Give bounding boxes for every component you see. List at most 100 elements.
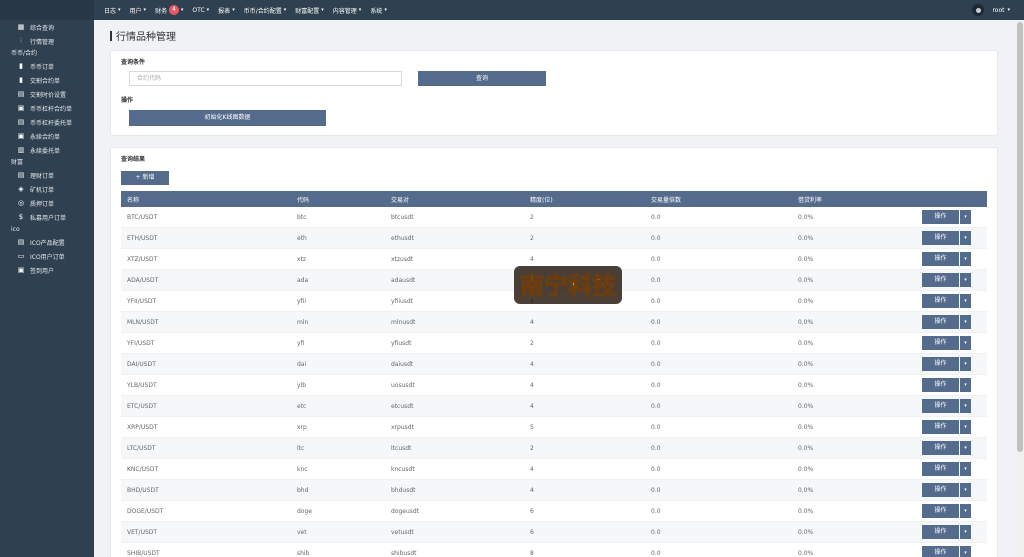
row-action-button[interactable]: 操作	[922, 336, 959, 350]
sidebar-item[interactable]: ◎ 质押订单	[0, 196, 94, 210]
row-action-button[interactable]: 操作	[922, 357, 959, 371]
sidebar-item-label: 综合查询	[30, 24, 55, 32]
table-row: MLN/USDT mln mlnusdt 4 0.0 0.0% 操作 ▾	[121, 312, 987, 333]
sidebar-item[interactable]: ▣ 币币杠杆合约单	[0, 101, 94, 115]
row-action-button[interactable]: 操作	[922, 210, 959, 224]
chevron-down-icon[interactable]: ▾	[960, 273, 971, 287]
table-cell: knc	[297, 465, 308, 473]
row-action-button[interactable]: 操作	[922, 231, 959, 245]
sidebar-item-label: 币币订单	[30, 63, 55, 71]
nav-item[interactable]: 系统 ▾	[370, 6, 387, 15]
row-action-button[interactable]: 操作	[922, 546, 959, 557]
sidebar-item[interactable]: ▤ 交割时价设置	[0, 87, 94, 101]
sidebar-item-label: 交割合约单	[30, 77, 61, 85]
chevron-down-icon[interactable]: ▾	[960, 231, 971, 245]
sidebar-item[interactable]: ⫶ 行情管理	[0, 34, 94, 48]
column-header: 交易对	[391, 196, 410, 204]
chevron-down-icon[interactable]: ▾	[960, 462, 971, 476]
sidebar-item[interactable]: ▣ 签到用户	[0, 263, 94, 277]
table-cell: XRP/USDT	[127, 423, 158, 431]
top-navbar: 日志 ▾ 用户 ▾ 财务 4 ▾ OTC ▾ 报表 ▾ 币币/合约配置 ▾ 财富配置 ▾ 内容管理 ▾ 系统 ▾ r…	[94, 0, 1024, 20]
row-action-button[interactable]: 操作	[922, 525, 959, 539]
row-action-button[interactable]: 操作	[922, 378, 959, 392]
nav-item[interactable]: 报表 ▾	[218, 6, 235, 15]
sidebar-item[interactable]: $ 私募用户订单	[0, 210, 94, 224]
chevron-down-icon[interactable]: ▾	[960, 357, 971, 371]
row-action-button[interactable]: 操作	[922, 483, 959, 497]
table-cell: ETC/USDT	[127, 402, 157, 410]
table-cell: KNC/USDT	[127, 465, 159, 473]
chevron-down-icon[interactable]: ▾	[960, 441, 971, 455]
sidebar-item[interactable]: ▭ ICO用户订单	[0, 249, 94, 263]
table-cell: 0.0	[651, 213, 661, 221]
chevron-down-icon[interactable]: ▾	[960, 294, 971, 308]
table-cell: 0.0%	[798, 339, 814, 347]
chevron-down-icon[interactable]: ▾	[960, 336, 971, 350]
sidebar-item[interactable]: ▤ ICO产品配置	[0, 235, 94, 249]
row-action-button[interactable]: 操作	[922, 294, 959, 308]
table-cell: ethusdt	[391, 234, 414, 242]
username[interactable]: root	[992, 7, 1004, 14]
table-cell: 4	[530, 360, 534, 368]
scrollbar-thumb[interactable]	[1017, 22, 1023, 452]
table-cell: 0.0%	[798, 528, 814, 536]
init-kline-button[interactable]: 初始化K线图数据	[129, 110, 326, 126]
chevron-down-icon[interactable]: ▾	[960, 546, 971, 557]
sidebar-item[interactable]: ▮ 交割合约单	[0, 73, 94, 87]
nav-item-label: 币币/合约配置	[243, 7, 282, 15]
row-action-button[interactable]: 操作	[922, 315, 959, 329]
nav-item[interactable]: 财务 4 ▾	[155, 5, 183, 15]
column-header: 精度(位)	[530, 196, 553, 204]
chevron-down-icon[interactable]: ▾	[960, 252, 971, 266]
stack-icon: ▤	[17, 170, 25, 179]
nav-item[interactable]: 财富配置 ▾	[295, 6, 324, 15]
chevron-down-icon[interactable]: ▾	[960, 525, 971, 539]
sidebar-item[interactable]: ▦ 综合查询	[0, 20, 94, 34]
table-cell: mlnusdt	[391, 318, 416, 326]
nav-item[interactable]: 币币/合约配置 ▾	[244, 6, 287, 15]
nav-item[interactable]: OTC ▾	[192, 7, 209, 14]
table-row: ETH/USDT eth ethusdt 2 0.0 0.0% 操作 ▾	[121, 228, 987, 249]
row-action-button[interactable]: 操作	[922, 399, 959, 413]
sidebar-item[interactable]: ▥ 永续委托单	[0, 143, 94, 157]
chevron-down-icon[interactable]: ▾	[960, 420, 971, 434]
sidebar-item[interactable]: ▣ 永续合约单	[0, 129, 94, 143]
chevron-down-icon[interactable]: ▾	[960, 483, 971, 497]
table-cell: yfiusdt	[391, 339, 412, 347]
chevron-down-icon[interactable]: ▾	[960, 378, 971, 392]
title-accent-bar	[110, 30, 112, 41]
sidebar-item[interactable]: ▤ 理财订单	[0, 168, 94, 182]
sidebar-menu: ▦ 综合查询 ⫶ 行情管理 币币/合约 ▮ 币币订单 ▮ 交割合约单 ▤ 交割时价设置 ▣ 币币杠杆合约…	[0, 20, 94, 277]
nav-item[interactable]: 日志 ▾	[104, 6, 121, 15]
row-action-button[interactable]: 操作	[922, 462, 959, 476]
row-action-button[interactable]: 操作	[922, 420, 959, 434]
add-button[interactable]: + 新增	[121, 171, 169, 185]
nav-item[interactable]: 用户 ▾	[130, 6, 147, 15]
chevron-down-icon[interactable]: ▾	[960, 399, 971, 413]
chevron-down-icon[interactable]: ▾	[960, 315, 971, 329]
chevron-down-icon: ▾	[358, 7, 362, 13]
chevron-down-icon: ▾	[283, 7, 287, 13]
table-cell: DOGE/USDT	[127, 507, 164, 515]
row-action-button[interactable]: 操作	[922, 441, 959, 455]
sidebar-item[interactable]: ▮ 币币订单	[0, 59, 94, 73]
contract-code-input[interactable]: 合约代码	[129, 71, 402, 86]
row-action-button[interactable]: 操作	[922, 252, 959, 266]
sidebar-item[interactable]: ◈ 矿机订单	[0, 182, 94, 196]
chevron-down-icon[interactable]: ▾	[960, 210, 971, 224]
table-cell: 0.0	[651, 507, 661, 515]
top-nav-menu: 日志 ▾ 用户 ▾ 财务 4 ▾ OTC ▾ 报表 ▾ 币币/合约配置 ▾ 财富配置 ▾ 内容管理 ▾ 系统 ▾	[104, 5, 396, 15]
sidebar-item[interactable]: ▤ 币币杠杆委托单	[0, 115, 94, 129]
row-actions: 操作 ▾	[922, 546, 987, 557]
chevron-down-icon[interactable]: ▾	[1007, 7, 1010, 13]
nav-item[interactable]: 内容管理 ▾	[333, 6, 362, 15]
row-action-button[interactable]: 操作	[922, 504, 959, 518]
avatar[interactable]	[972, 4, 985, 16]
sidebar-item-label: 理财订单	[30, 172, 55, 180]
query-button[interactable]: 查询	[418, 71, 546, 86]
user-menu[interactable]: root ▾	[972, 0, 1010, 20]
sidebar-item-label: 永续委托单	[30, 147, 61, 155]
row-action-button[interactable]: 操作	[922, 273, 959, 287]
chevron-down-icon: ▾	[143, 7, 147, 13]
chevron-down-icon[interactable]: ▾	[960, 504, 971, 518]
